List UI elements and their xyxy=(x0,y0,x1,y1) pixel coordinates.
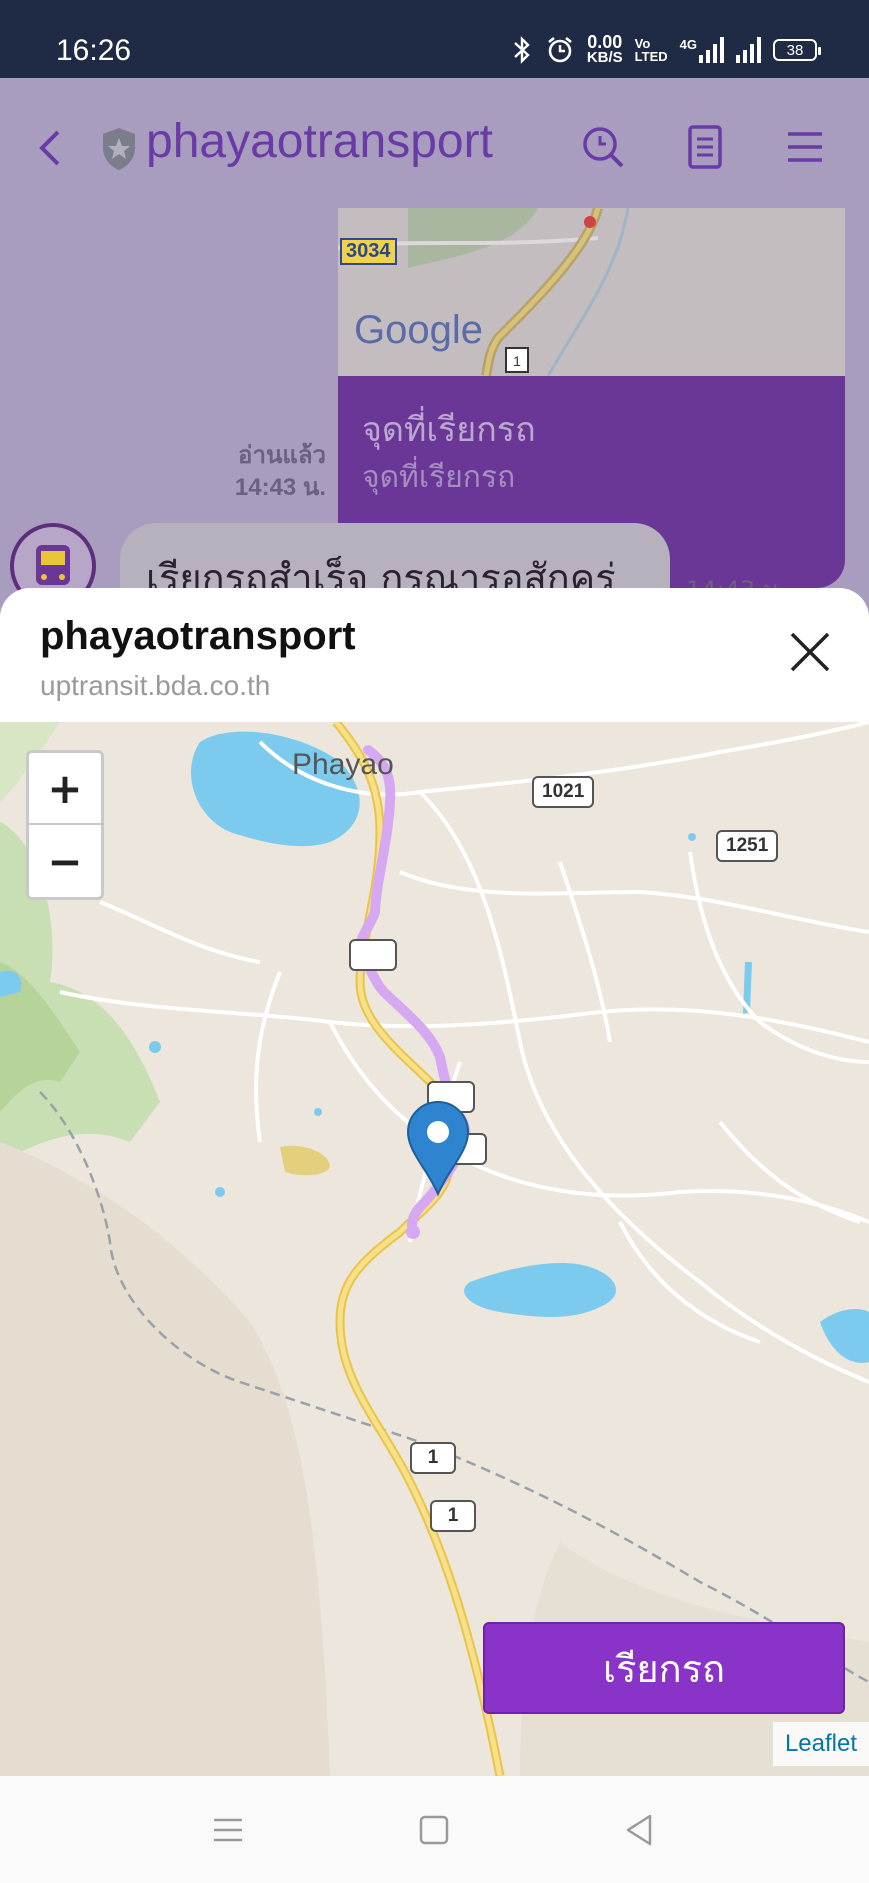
road-shield-1021: 1021 xyxy=(532,776,595,808)
shield-icon xyxy=(103,128,135,170)
network-type: 4G xyxy=(679,37,697,52)
zoom-in-button[interactable]: + xyxy=(29,753,101,825)
sheet-url: uptransit.bda.co.th xyxy=(40,670,271,701)
battery-level: 38 xyxy=(786,41,804,59)
road-badge-3034: 3034 xyxy=(340,238,397,265)
navigation-bar xyxy=(0,1776,869,1883)
volte-indicator: Vo LTED xyxy=(635,37,668,63)
bluetooth-icon xyxy=(514,36,530,64)
road-shield-1251: 1251 xyxy=(716,830,779,862)
map-graphic xyxy=(0,722,869,1776)
signal-4g: 4G xyxy=(680,37,724,63)
read-label: อ่านแล้ว xyxy=(238,442,326,469)
notes-icon[interactable] xyxy=(680,122,730,172)
back-icon[interactable] xyxy=(30,118,70,178)
status-icons: 0.00 KB/S Vo LTED 4G 38 xyxy=(511,30,821,70)
sheet-header: phayaotransport uptransit.bda.co.th xyxy=(0,588,869,722)
chat-area: phayaotransport 1 3034 Google จุดที่เรีย… xyxy=(0,78,869,638)
road-shield-1a: 1 xyxy=(410,1442,456,1474)
google-logo: Google xyxy=(354,308,483,352)
location-map-thumbnail: 1 3034 Google xyxy=(338,208,845,378)
battery-icon: 38 xyxy=(773,39,821,61)
back-nav-icon[interactable] xyxy=(618,1808,662,1852)
location-card-title: จุดที่เรียกรถ xyxy=(362,410,536,450)
location-card-subtitle: จุดที่เรียกรถ xyxy=(362,460,516,495)
road-shield-1b: 1 xyxy=(430,1500,476,1532)
volte-bottom: LTED xyxy=(634,49,668,64)
svg-text:1: 1 xyxy=(513,353,521,369)
search-icon[interactable] xyxy=(578,122,628,172)
leaflet-attribution-link[interactable]: Leaflet xyxy=(772,1722,869,1766)
chat-header: phayaotransport xyxy=(0,78,869,208)
chat-title: phayaotransport xyxy=(146,115,493,168)
network-speed: 0.00 KB/S xyxy=(586,32,623,66)
location-marker xyxy=(406,1101,470,1197)
call-vehicle-button[interactable]: เรียกรถ xyxy=(483,1622,845,1714)
map-view[interactable]: Phayao 1021 1251 1 1 + − เรียกรถ Leaflet xyxy=(0,722,869,1776)
menu-icon[interactable] xyxy=(780,122,830,172)
alarm-icon xyxy=(548,36,572,63)
signal-bars-2-icon xyxy=(736,37,761,63)
zoom-out-button[interactable]: − xyxy=(29,825,101,897)
close-icon[interactable] xyxy=(782,624,838,680)
status-time: 16:26 xyxy=(56,34,132,67)
read-time: 14:43 น. xyxy=(234,474,326,501)
sheet-title: phayaotransport xyxy=(40,614,356,658)
home-icon[interactable] xyxy=(412,1808,456,1852)
signal-bars-icon xyxy=(699,37,724,63)
recent-apps-icon[interactable] xyxy=(206,1808,250,1852)
zoom-control: + − xyxy=(26,750,104,900)
liff-sheet: phayaotransport uptransit.bda.co.th Phay… xyxy=(0,588,869,1776)
status-bar: 16:26 0.00 KB/S Vo LTED 4G 38 xyxy=(0,0,869,78)
read-receipt: อ่านแล้ว 14:43 น. xyxy=(210,440,326,504)
place-label-phayao: Phayao xyxy=(292,748,394,781)
network-speed-value: 0.00 xyxy=(587,32,623,52)
network-speed-unit: KB/S xyxy=(586,49,623,66)
